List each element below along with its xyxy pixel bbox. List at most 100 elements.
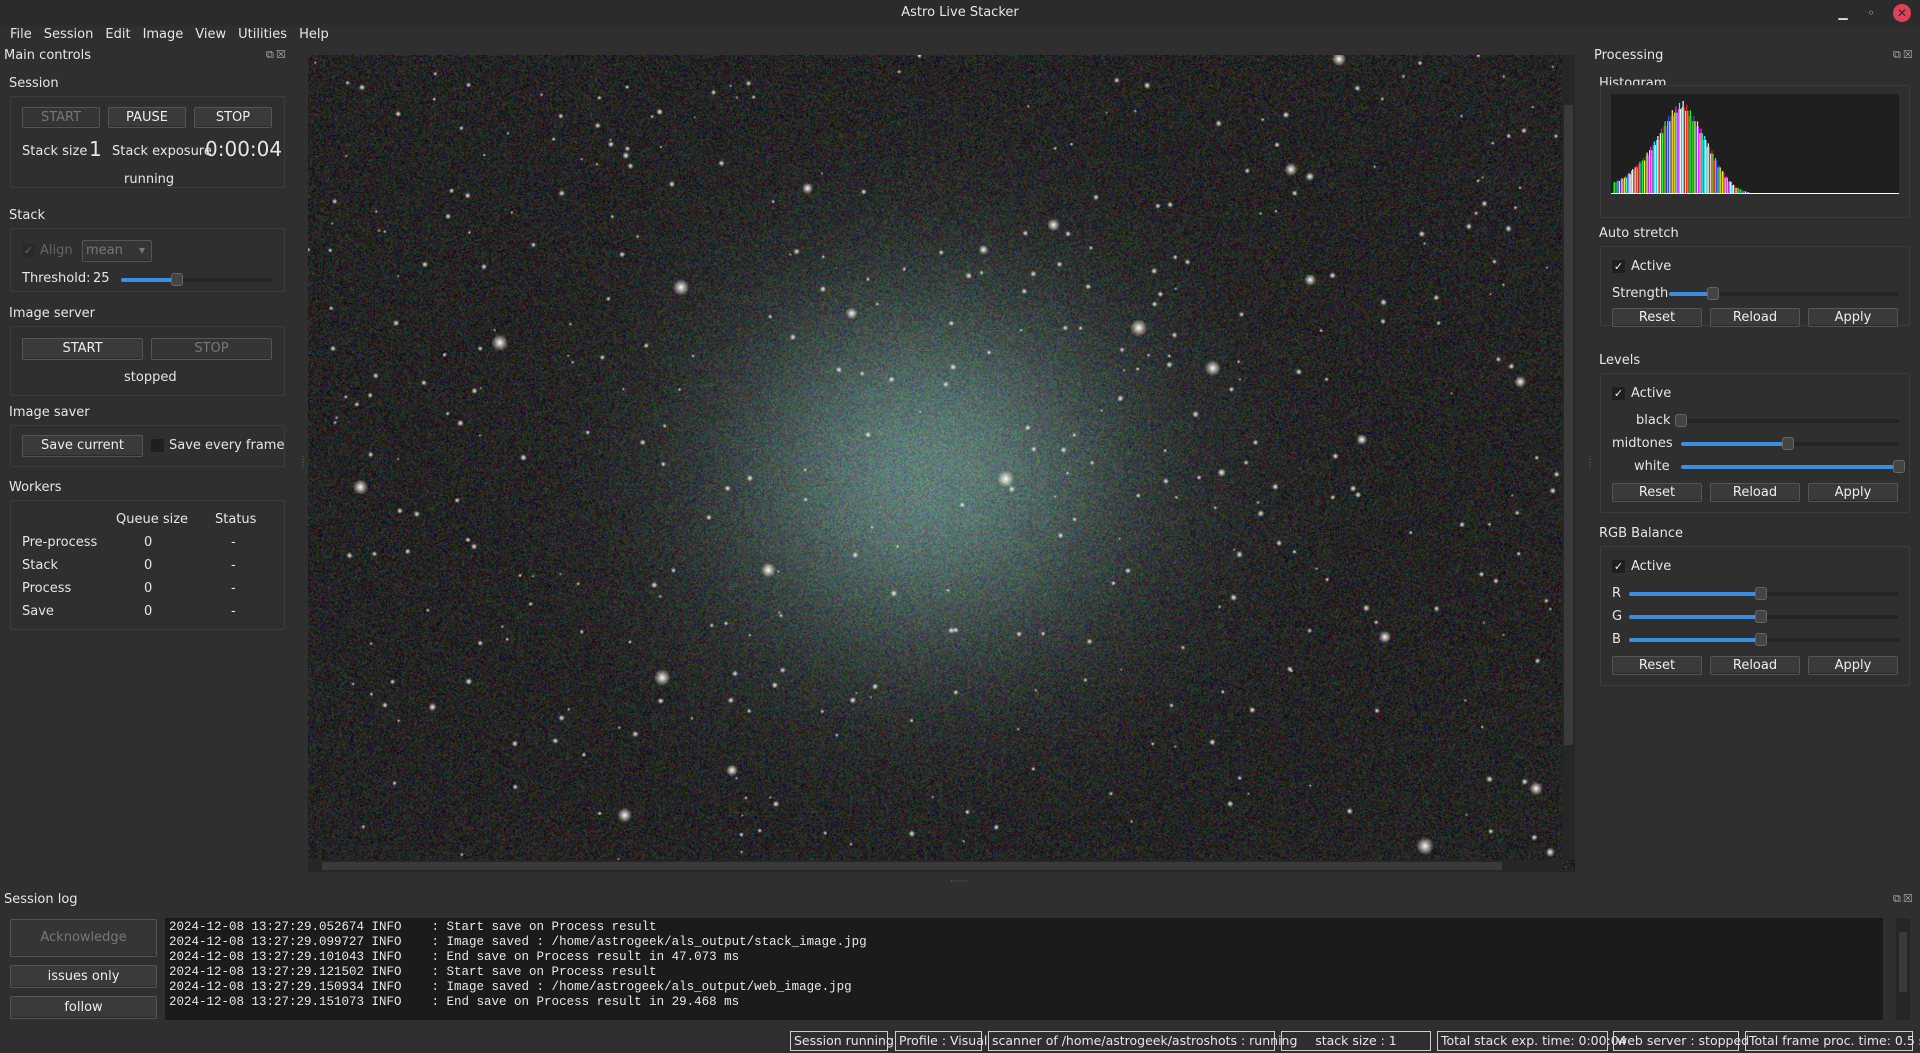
session-start-button[interactable]: START (22, 107, 100, 128)
menu-file[interactable]: File (4, 24, 38, 46)
histogram-bar (1681, 107, 1683, 193)
histogram-bar (1687, 110, 1689, 193)
histogram-bar (1696, 121, 1699, 193)
b-slider[interactable] (1629, 633, 1899, 646)
auto-stretch-reset-button[interactable]: Reset (1612, 308, 1702, 327)
session-pause-button[interactable]: PAUSE (108, 107, 186, 128)
histogram-bar (1651, 150, 1653, 193)
align-checkbox[interactable]: ✓ (22, 244, 35, 257)
image-horizontal-scrollbar[interactable] (308, 860, 1562, 872)
slider-handle[interactable] (1755, 610, 1768, 623)
save-every-frame-label: Save every frame (169, 438, 285, 453)
right-splitter-handle[interactable]: ····· (1584, 455, 1594, 469)
minimize-icon[interactable]: ▁ (1834, 4, 1852, 22)
log-line: 2024-12-08 13:27:29.052674 INFO : Start … (169, 920, 657, 934)
worker-name: Save (22, 604, 54, 619)
histogram-bar (1629, 174, 1631, 193)
worker-name: Pre-process (22, 535, 98, 550)
image-vertical-scrollbar[interactable] (1562, 55, 1575, 860)
save-every-frame-checkbox[interactable] (151, 439, 164, 452)
follow-button[interactable]: follow (10, 996, 157, 1019)
histogram-bar (1672, 115, 1674, 193)
stacked-image-view[interactable] (308, 55, 1575, 872)
histogram-bar (1729, 181, 1731, 193)
histogram-bar (1660, 128, 1663, 193)
rgb-apply-button[interactable]: Apply (1808, 656, 1898, 675)
stack-exposure-value: 0:00:04 (205, 137, 283, 161)
dock-float-close-icon[interactable]: ⧉☒ (1893, 48, 1915, 62)
strength-slider[interactable] (1669, 287, 1899, 300)
histogram-bar (1682, 101, 1684, 193)
maximize-icon[interactable]: ◦ (1862, 4, 1880, 22)
auto-stretch-reload-button[interactable]: Reload (1710, 308, 1800, 327)
midtones-slider[interactable] (1681, 437, 1899, 450)
histogram-bar (1662, 133, 1664, 193)
histogram-bar (1743, 191, 1745, 193)
rgb-reload-button[interactable]: Reload (1710, 656, 1800, 675)
stack-size-label: Stack size (22, 144, 88, 159)
histogram-bar (1618, 181, 1620, 193)
slider-handle[interactable] (1893, 460, 1905, 473)
title-bar: Astro Live Stacker (0, 0, 1920, 26)
slider-handle[interactable] (1781, 437, 1794, 450)
menu-edit[interactable]: Edit (99, 24, 136, 46)
rgb-reset-button[interactable]: Reset (1612, 656, 1702, 675)
menu-view[interactable]: View (189, 24, 232, 46)
slider-handle[interactable] (1755, 587, 1768, 600)
stack-mode-select[interactable]: mean ▼ (82, 240, 152, 262)
rgb-balance-title: RGB Balance (1599, 526, 1684, 541)
levels-reset-button[interactable]: Reset (1612, 483, 1702, 502)
b-label: B (1612, 632, 1621, 647)
levels-apply-button[interactable]: Apply (1808, 483, 1898, 502)
g-slider[interactable] (1629, 610, 1899, 623)
status-header: Status (215, 512, 257, 527)
histogram-bar (1683, 107, 1685, 193)
slider-handle[interactable] (171, 273, 184, 286)
server-stop-button[interactable]: STOP (151, 338, 272, 360)
server-start-button[interactable]: START (22, 338, 143, 360)
menu-help[interactable]: Help (293, 24, 335, 46)
menu-image[interactable]: Image (137, 24, 190, 46)
rgb-active-checkbox[interactable]: ✓ (1612, 560, 1625, 573)
status-item: Profile : Visual (895, 1031, 987, 1051)
slider-handle[interactable] (1706, 287, 1719, 300)
menu-session[interactable]: Session (38, 24, 100, 46)
auto-stretch-apply-button[interactable]: Apply (1808, 308, 1898, 327)
histogram-bar (1656, 139, 1658, 193)
menu-utilities[interactable]: Utilities (232, 24, 293, 46)
close-icon[interactable]: ✕ (1893, 4, 1911, 22)
dock-float-close-icon[interactable]: ⧉☒ (1893, 892, 1915, 906)
histogram-bar (1686, 104, 1688, 193)
left-splitter-handle[interactable]: ····· (297, 455, 307, 469)
histogram-bar (1642, 158, 1645, 193)
menu-bar: File Session Edit Image View Utilities H… (0, 24, 335, 46)
levels-reload-button[interactable]: Reload (1710, 483, 1800, 502)
auto-stretch-active-checkbox[interactable]: ✓ (1612, 260, 1625, 273)
histogram-bar (1646, 152, 1648, 193)
dock-float-close-icon[interactable]: ⧉☒ (266, 48, 288, 62)
slider-handle[interactable] (1675, 414, 1687, 427)
session-stop-button[interactable]: STOP (194, 107, 272, 128)
histogram-bar (1678, 102, 1681, 193)
white-slider[interactable] (1681, 460, 1905, 473)
issues-only-button[interactable]: issues only (10, 965, 157, 988)
levels-active-checkbox[interactable]: ✓ (1612, 387, 1625, 400)
black-slider[interactable] (1675, 414, 1899, 427)
main-controls-title: Main controls (4, 48, 92, 63)
histogram-bar (1633, 170, 1635, 193)
log-line: 2024-12-08 13:27:29.151073 INFO : End sa… (169, 995, 740, 1009)
session-log-text[interactable]: 2024-12-08 13:27:29.052674 INFO : Start … (165, 918, 1883, 1020)
bottom-splitter-handle[interactable]: ······ (950, 877, 967, 887)
acknowledge-button[interactable]: Acknowledge (10, 919, 157, 957)
threshold-slider[interactable] (121, 273, 273, 286)
r-slider[interactable] (1629, 587, 1899, 600)
histogram-bar (1670, 115, 1672, 193)
log-scrollbar[interactable] (1896, 918, 1910, 1020)
histogram-bar (1746, 192, 1748, 193)
save-current-button[interactable]: Save current (22, 435, 143, 457)
worker-name: Process (22, 581, 72, 596)
histogram-bar (1735, 187, 1737, 193)
histogram-bar (1724, 177, 1726, 193)
slider-handle[interactable] (1755, 633, 1768, 646)
histogram-bar (1723, 172, 1725, 193)
